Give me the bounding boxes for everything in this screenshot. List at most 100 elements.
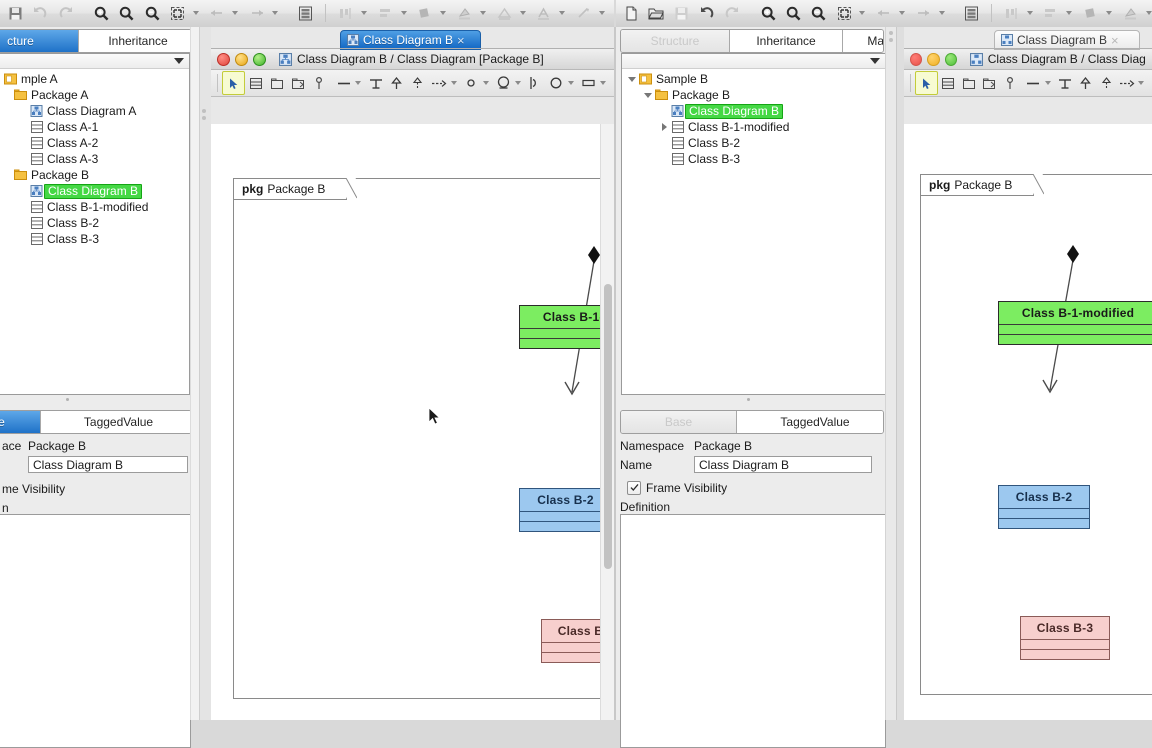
package-tool[interactable]	[266, 72, 287, 94]
tab-taggedvalue[interactable]: TaggedValue	[737, 411, 883, 433]
chevron-down-icon[interactable]	[440, 11, 447, 15]
generalization-tool[interactable]	[1055, 72, 1076, 94]
center-canvas-vscrollbar[interactable]	[600, 124, 614, 720]
class-box-b1[interactable]: Class B-1-modified	[998, 301, 1152, 345]
chevron-down-icon[interactable]	[626, 76, 638, 82]
zoom-reset-icon[interactable]	[116, 2, 138, 24]
left-property-tab-strip[interactable]: e TaggedValue	[0, 410, 192, 434]
required-interface-tool[interactable]	[525, 72, 546, 94]
center-diagram-canvas[interactable]: pkg Package B Class B-1-modified Class B…	[211, 124, 614, 720]
chevron-down-icon[interactable]	[400, 11, 407, 15]
chevron-down-icon[interactable]	[1138, 81, 1144, 85]
layout-icon[interactable]	[961, 2, 983, 24]
global-toolbar-left[interactable]	[0, 0, 725, 28]
chevron-down-icon[interactable]	[1105, 11, 1112, 15]
note-tool[interactable]	[578, 72, 599, 94]
class-attributes-compartment[interactable]	[999, 325, 1152, 335]
save-icon[interactable]	[671, 2, 693, 24]
zoom-button[interactable]	[944, 52, 957, 66]
right-definition-area[interactable]	[620, 514, 886, 748]
class-box-b2[interactable]: Class B-2	[519, 488, 612, 532]
association-tool[interactable]	[1023, 72, 1044, 94]
chevron-down-icon[interactable]	[938, 11, 945, 15]
chevron-right-icon[interactable]	[658, 123, 670, 131]
chevron-down-icon[interactable]	[479, 11, 486, 15]
gradient-icon[interactable]	[1119, 2, 1141, 24]
chevron-down-icon[interactable]	[1066, 11, 1073, 15]
align-horizontal-icon[interactable]	[1040, 2, 1062, 24]
fill-color-icon[interactable]	[414, 2, 436, 24]
zoom-button[interactable]	[253, 52, 266, 66]
tab-inheritance[interactable]: Inheritance	[730, 30, 843, 52]
zoom-out-icon[interactable]	[141, 2, 163, 24]
tree-row[interactable]: Class A-1	[0, 119, 189, 135]
new-icon[interactable]	[620, 2, 642, 24]
left-tab-strip[interactable]: cture Inheritance	[0, 29, 192, 53]
chevron-down-icon[interactable]	[519, 11, 526, 15]
zoom-in-icon[interactable]	[757, 2, 779, 24]
class-box-b2[interactable]: Class B-2	[998, 485, 1090, 529]
tab-inheritance[interactable]: Inheritance	[79, 30, 191, 52]
scrollbar-thumb[interactable]	[604, 284, 612, 569]
tab-map[interactable]: Map	[843, 30, 883, 52]
font-color-icon[interactable]	[533, 2, 555, 24]
tree-header[interactable]	[0, 54, 189, 69]
zoom-out-icon[interactable]	[808, 2, 830, 24]
center-window-title-bar[interactable]: Class Diagram B / Class Diagram [Package…	[211, 49, 614, 70]
name-input[interactable]: Class Diagram B	[28, 456, 188, 473]
interface-tool[interactable]	[493, 72, 514, 94]
left-splitter-handle[interactable]	[64, 398, 71, 402]
close-icon[interactable]: ×	[1111, 34, 1119, 47]
dependency-tool[interactable]	[428, 72, 449, 94]
chevron-down-icon[interactable]	[272, 11, 279, 15]
tree-row[interactable]: Class A-2	[0, 135, 189, 151]
align-vertical-icon[interactable]	[335, 2, 357, 24]
tree-row[interactable]: Class B-3	[622, 151, 885, 167]
chevron-down-icon[interactable]	[1145, 11, 1152, 15]
open-icon[interactable]	[645, 2, 667, 24]
tree-row[interactable]: Class B-2	[0, 215, 189, 231]
frame-visibility-checkbox[interactable]	[627, 480, 641, 495]
chevron-down-icon[interactable]	[482, 81, 489, 85]
association-tool[interactable]	[333, 72, 354, 94]
align-right-icon[interactable]	[246, 2, 268, 24]
chevron-down-icon[interactable]	[642, 92, 654, 98]
close-icon[interactable]: ×	[457, 34, 465, 47]
tree-row[interactable]: Class Diagram A	[0, 103, 189, 119]
realization-tool[interactable]	[407, 72, 428, 94]
undo-icon[interactable]	[696, 2, 718, 24]
layout-icon[interactable]	[295, 2, 317, 24]
chevron-down-icon[interactable]	[514, 81, 521, 85]
line-style-icon[interactable]	[573, 2, 595, 24]
class-operations-compartment[interactable]	[999, 335, 1152, 344]
subpackage-tool[interactable]	[287, 72, 308, 94]
right-tab-strip[interactable]: Structure Inheritance Map	[620, 29, 884, 53]
class-attributes-compartment[interactable]	[999, 509, 1089, 519]
provided-interface-tool[interactable]	[546, 72, 567, 94]
left-definition-area[interactable]	[0, 514, 191, 748]
chevron-down-icon[interactable]	[360, 11, 367, 15]
chevron-down-icon[interactable]	[598, 11, 605, 15]
chevron-down-icon[interactable]	[232, 11, 239, 15]
chevron-down-icon[interactable]	[859, 11, 866, 15]
document-tab-class-diagram-b[interactable]: Class Diagram B ×	[340, 30, 481, 50]
frame-visibility-row[interactable]: Frame Visibility	[616, 474, 888, 497]
tree-row[interactable]: Package B	[0, 167, 189, 183]
right-splitter-handle[interactable]	[745, 398, 752, 402]
fit-icon[interactable]	[833, 2, 855, 24]
name-input[interactable]: Class Diagram B	[694, 456, 872, 473]
class-operations-compartment[interactable]	[999, 519, 1089, 528]
zoom-reset-icon[interactable]	[782, 2, 804, 24]
document-tab-bar[interactable]: Class Diagram B ×	[211, 27, 614, 50]
chevron-down-icon[interactable]	[599, 81, 606, 85]
port-tool[interactable]	[461, 72, 482, 94]
class-attributes-compartment[interactable]	[520, 512, 611, 522]
tab-base[interactable]: Base	[621, 411, 737, 433]
tab-base[interactable]: e	[0, 411, 41, 433]
tree-row[interactable]: Class B-3	[0, 231, 189, 247]
document-tab-class-diagram-b[interactable]: Class Diagram B ×	[994, 30, 1140, 50]
generalization-tool[interactable]	[365, 72, 386, 94]
fit-icon[interactable]	[166, 2, 188, 24]
document-tab-bar[interactable]: Class Diagram B ×	[904, 27, 1152, 50]
class-operations-compartment[interactable]	[1021, 650, 1109, 659]
